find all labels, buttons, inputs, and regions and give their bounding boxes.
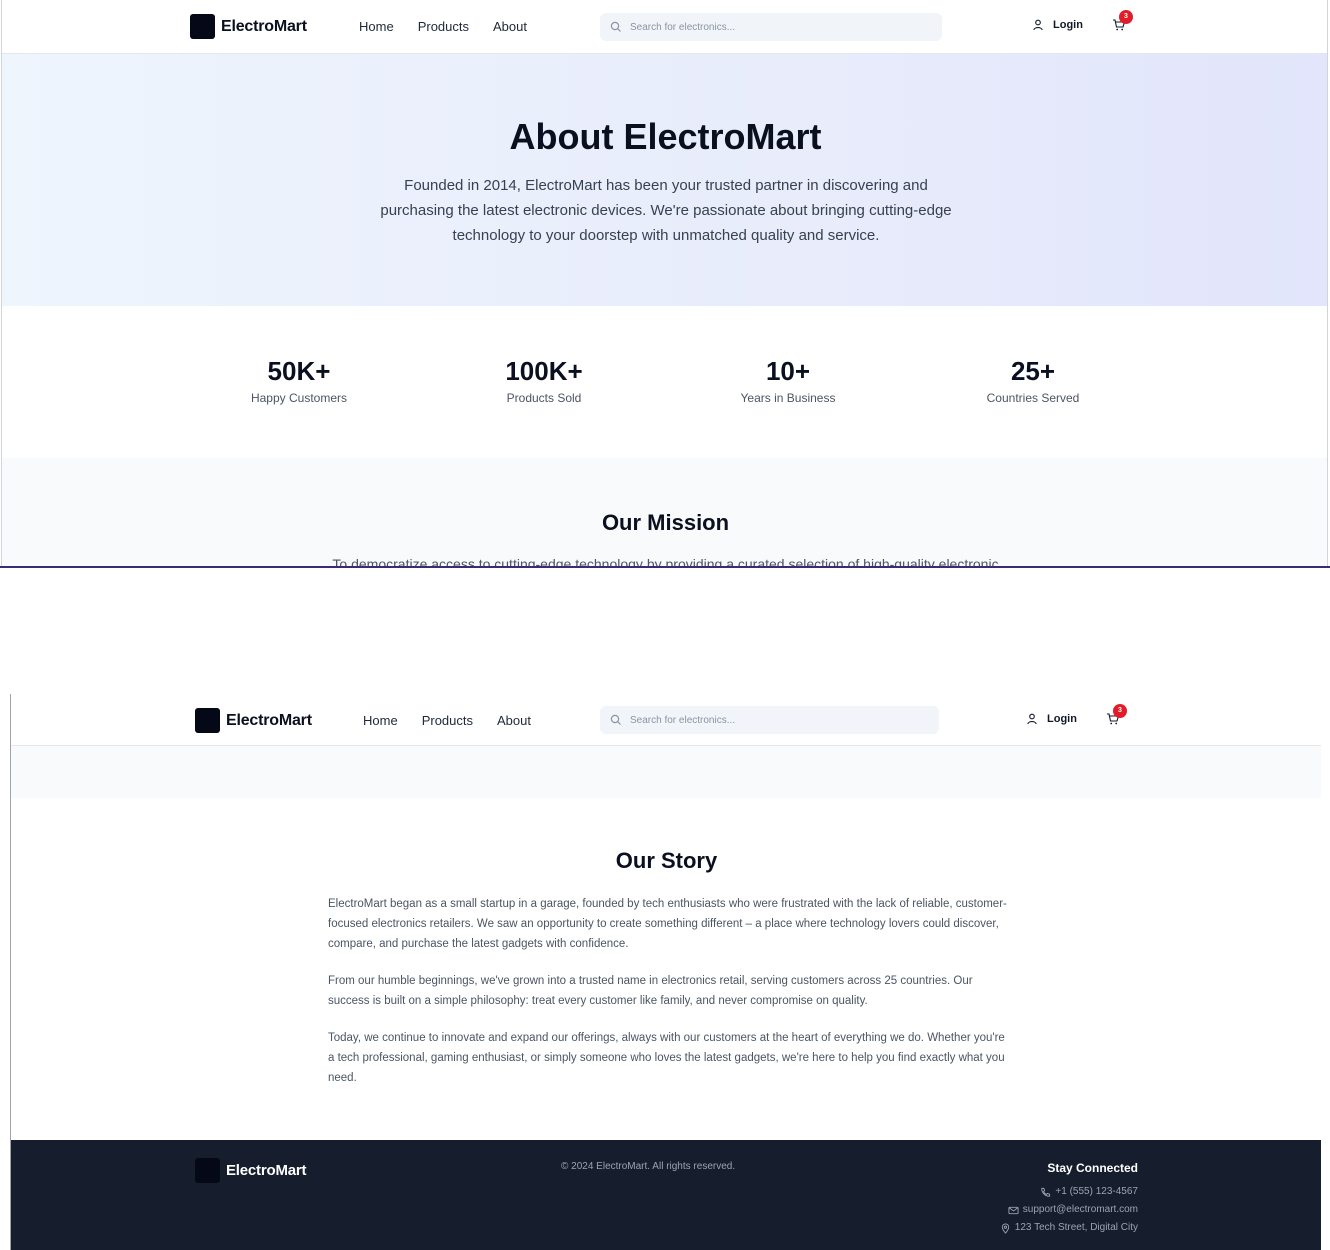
- cart-button[interactable]: 3: [1106, 704, 1127, 731]
- nav-home[interactable]: Home: [363, 713, 398, 728]
- brand-logo-icon: [195, 708, 220, 733]
- stats-section: 50K+ Happy Customers 100K+ Products Sold…: [2, 306, 1327, 458]
- hero-description: Founded in 2014, ElectroMart has been yo…: [380, 177, 952, 244]
- footer-brand[interactable]: ElectroMart: [195, 1158, 307, 1183]
- cart-count-badge: 3: [1113, 704, 1127, 718]
- mission-section: Our Mission To democratize access to cut…: [2, 458, 1327, 568]
- nav-products[interactable]: Products: [422, 713, 473, 728]
- screenshot-top: ElectroMart Home Products About Search f…: [1, 0, 1328, 568]
- address-text: 123 Tech Street, Digital City: [1014, 1222, 1138, 1233]
- login-button[interactable]: Login: [1026, 713, 1077, 725]
- story-paragraph: From our humble beginnings, we've grown …: [328, 975, 973, 1007]
- stat-item: 10+ Years in Business: [688, 356, 888, 405]
- mission-title: Our Mission: [601, 510, 730, 535]
- story-section: Our Story ElectroMart began as a small s…: [11, 798, 1321, 1140]
- stat-label: Happy Customers: [250, 391, 348, 405]
- email-text: support@electromart.com: [1022, 1204, 1138, 1215]
- search-input[interactable]: Search for electronics...: [600, 706, 939, 734]
- stat-item: 100K+ Products Sold: [444, 356, 644, 405]
- brand-link[interactable]: ElectroMart: [195, 708, 312, 733]
- copyright: © 2024 ElectroMart. All rights reserved.: [561, 1161, 736, 1172]
- cart-button[interactable]: 3: [1112, 10, 1133, 37]
- phone-text: +1 (555) 123-4567: [1055, 1186, 1138, 1197]
- section-band: [11, 746, 1321, 798]
- search-placeholder: Search for electronics...: [630, 21, 736, 33]
- stat-item: 25+ Countries Served: [933, 356, 1133, 405]
- about-hero: About ElectroMart Founded in 2014, Elect…: [2, 54, 1327, 306]
- story-paragraph: Today, we continue to innovate and expan…: [328, 1032, 1005, 1084]
- search-icon: [610, 714, 621, 725]
- site-footer: ElectroMart © 2024 ElectroMart. All righ…: [11, 1140, 1321, 1250]
- screenshot-divider: [0, 566, 1330, 568]
- contact-title: Stay Connected: [1047, 1161, 1138, 1175]
- stat-item: 50K+ Happy Customers: [199, 356, 399, 405]
- cart-count-badge: 3: [1119, 10, 1133, 24]
- stat-label: Products Sold: [506, 391, 582, 405]
- nav-about[interactable]: About: [493, 19, 527, 34]
- login-button[interactable]: Login: [1032, 19, 1083, 31]
- contact-email[interactable]: support@electromart.com: [1000, 1201, 1138, 1219]
- login-label: Login: [1053, 19, 1083, 31]
- mail-icon: [1008, 1206, 1019, 1214]
- site-header: ElectroMart Home Products About Search f…: [11, 694, 1321, 746]
- story-title: Our Story: [615, 848, 718, 873]
- main-nav: Home Products About: [359, 19, 551, 34]
- brand-logo-icon: [195, 1158, 220, 1183]
- stat-label: Years in Business: [740, 391, 836, 405]
- main-nav: Home Products About: [363, 713, 555, 728]
- brand-link[interactable]: ElectroMart: [190, 14, 307, 39]
- stat-value: 25+: [1010, 356, 1056, 386]
- contact-block: Stay Connected +1 (555) 123-4567 support…: [1000, 1161, 1138, 1237]
- nav-home[interactable]: Home: [359, 19, 394, 34]
- story-paragraph: ElectroMart began as a small startup in …: [328, 898, 1007, 950]
- page-title: About ElectroMart: [509, 116, 822, 157]
- phone-icon: [1041, 1187, 1051, 1197]
- brand-logo-icon: [190, 14, 215, 39]
- contact-address: 123 Tech Street, Digital City: [1000, 1219, 1138, 1237]
- nav-products[interactable]: Products: [418, 19, 469, 34]
- site-header: ElectroMart Home Products About Search f…: [2, 0, 1327, 54]
- user-icon: [1027, 713, 1037, 725]
- stat-value: 100K+: [505, 356, 583, 386]
- search-placeholder: Search for electronics...: [630, 714, 736, 726]
- footer-brand-name: ElectroMart: [226, 1162, 307, 1179]
- brand-name: ElectroMart: [221, 17, 307, 35]
- user-icon: [1033, 19, 1043, 31]
- nav-about[interactable]: About: [497, 713, 531, 728]
- search-input[interactable]: Search for electronics...: [600, 13, 942, 41]
- stat-value: 50K+: [267, 356, 331, 386]
- search-icon: [610, 21, 621, 32]
- login-label: Login: [1047, 713, 1077, 725]
- brand-name: ElectroMart: [226, 711, 312, 729]
- stat-value: 10+: [765, 356, 811, 386]
- screenshot-bottom: ElectroMart Home Products About Search f…: [10, 694, 1321, 1250]
- map-pin-icon: [1001, 1223, 1009, 1234]
- contact-phone[interactable]: +1 (555) 123-4567: [1000, 1183, 1138, 1201]
- stat-label: Countries Served: [986, 391, 1080, 405]
